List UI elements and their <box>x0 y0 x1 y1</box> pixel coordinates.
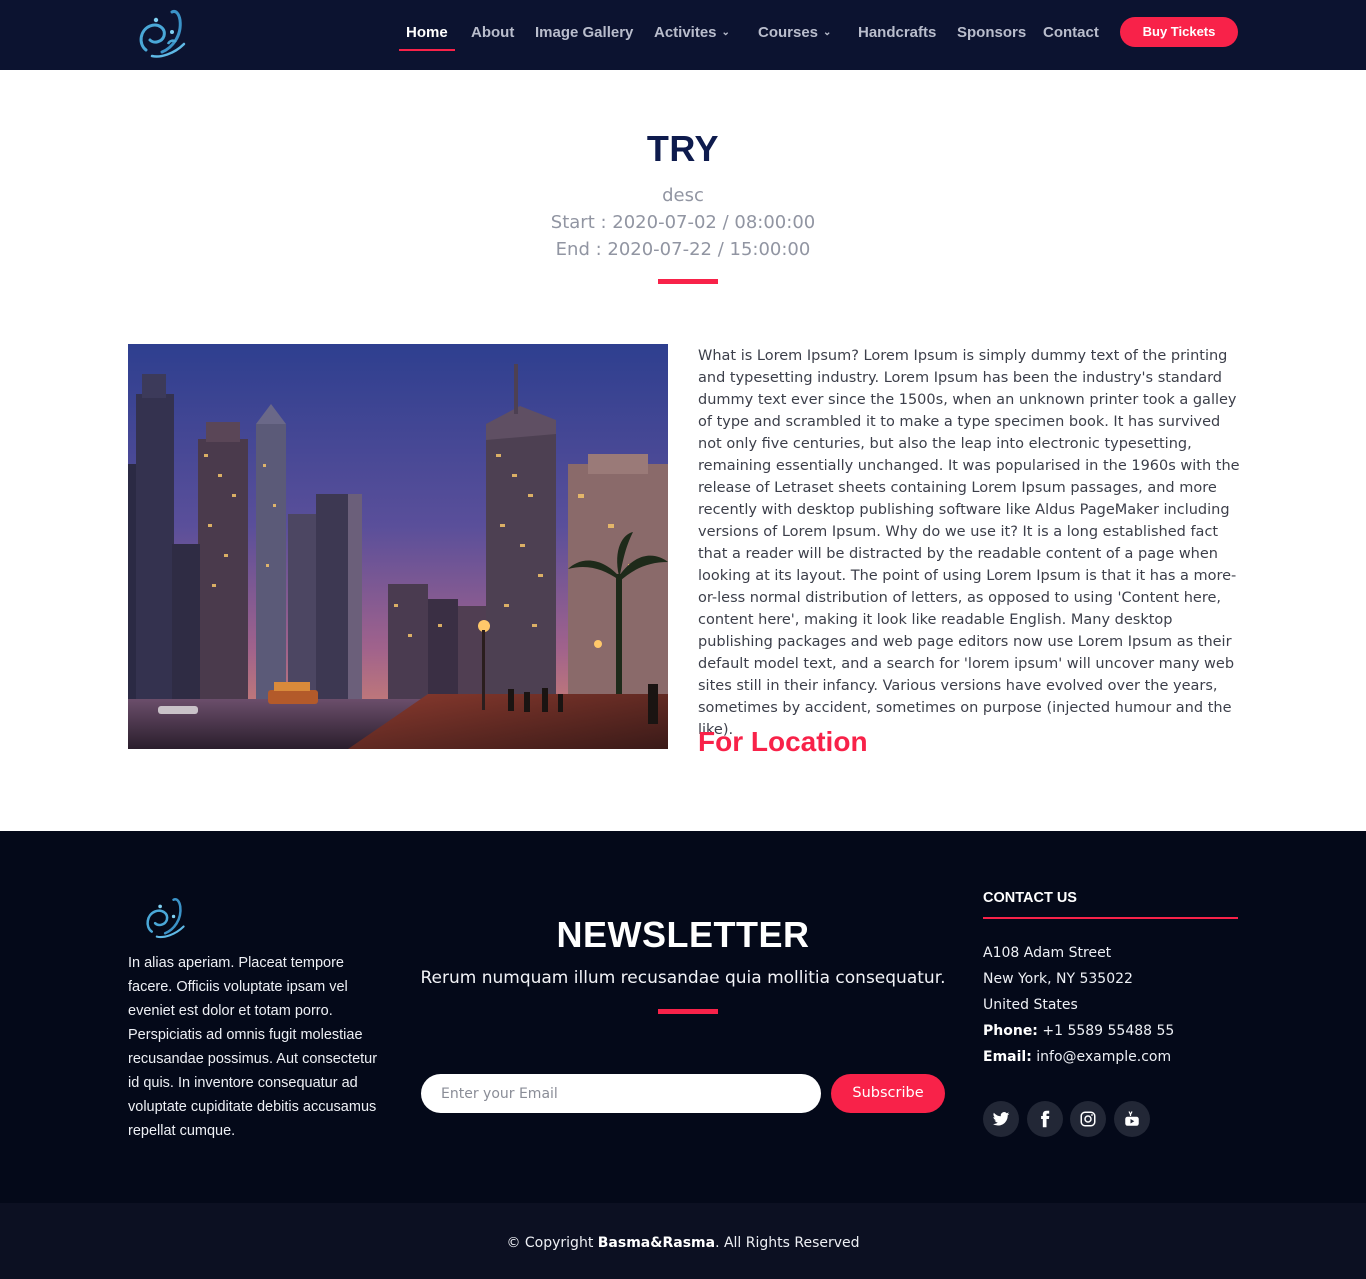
nav-about[interactable]: About <box>471 24 514 41</box>
event-description: desc <box>662 185 704 206</box>
newsletter-subtitle: Rerum numquam illum recusandae quia moll… <box>420 968 946 988</box>
buy-tickets-button[interactable]: Buy Tickets <box>1120 17 1238 47</box>
nav-home[interactable]: Home <box>406 24 448 41</box>
nav-handcrafts[interactable]: Handcrafts <box>858 24 936 41</box>
active-nav-indicator <box>399 49 455 51</box>
chevron-down-icon: ⌄ <box>823 27 832 38</box>
instagram-link[interactable] <box>1070 1101 1106 1137</box>
contact-phone: Phone: +1 5589 55488 55 <box>983 1023 1174 1039</box>
youtube-icon <box>1125 1111 1139 1126</box>
copyright-text: © Copyright Basma&Rasma. All Rights Rese… <box>0 1235 1366 1251</box>
title-divider <box>658 279 718 284</box>
email-value[interactable]: info@example.com <box>1036 1049 1171 1065</box>
newsletter-divider <box>658 1009 718 1014</box>
event-image <box>128 344 668 749</box>
twitter-link[interactable] <box>983 1101 1019 1137</box>
newsletter-email-input[interactable] <box>421 1074 821 1113</box>
event-start-time: Start : 2020-07-02 / 08:00:00 <box>550 212 816 233</box>
contact-title: CONTACT US <box>983 890 1077 906</box>
event-title: TRY <box>646 128 720 169</box>
contact-divider <box>983 917 1238 919</box>
nav-courses[interactable]: Courses ⌄ <box>758 24 831 41</box>
footer-about-text: In alias aperiam. Placeat tempore facere… <box>128 955 378 1139</box>
facebook-link[interactable] <box>1027 1101 1063 1137</box>
site-header: Home About Image Gallery Activites ⌄ Cour… <box>0 0 1366 70</box>
nav-activites-label: Activites <box>654 24 717 41</box>
copyright-suffix: . All Rights Reserved <box>715 1235 860 1251</box>
event-body-text: What is Lorem Ipsum? Lorem Ipsum is simp… <box>698 348 1240 738</box>
chevron-down-icon: ⌄ <box>721 27 730 38</box>
contact-address-line-2: New York, NY 535022 <box>983 971 1133 987</box>
subscribe-button[interactable]: Subscribe <box>831 1074 945 1113</box>
nav-contact[interactable]: Contact <box>1043 24 1099 41</box>
location-heading: For Location <box>698 726 868 757</box>
nav-courses-label: Courses <box>758 24 819 41</box>
nav-sponsors[interactable]: Sponsors <box>957 24 1026 41</box>
contact-email: Email: info@example.com <box>983 1049 1171 1065</box>
phone-value: +1 5589 55488 55 <box>1042 1023 1175 1039</box>
nav-activites[interactable]: Activites ⌄ <box>654 24 730 41</box>
newsletter-title: NEWSLETTER <box>556 914 810 955</box>
phone-label: Phone: <box>983 1023 1038 1039</box>
facebook-icon <box>1041 1110 1050 1128</box>
nav-image-gallery[interactable]: Image Gallery <box>535 24 633 41</box>
contact-address-line-1: A108 Adam Street <box>983 945 1112 961</box>
copyright-brand: Basma&Rasma <box>597 1235 716 1251</box>
calligraphy-logo-icon[interactable] <box>140 893 192 945</box>
twitter-icon <box>992 1112 1010 1126</box>
email-label: Email: <box>983 1049 1032 1065</box>
event-end-time: End : 2020-07-22 / 15:00:00 <box>555 239 811 260</box>
instagram-icon <box>1080 1111 1096 1127</box>
contact-country: United States <box>983 997 1078 1013</box>
youtube-link[interactable] <box>1114 1101 1150 1137</box>
copyright-prefix: © Copyright <box>506 1235 594 1251</box>
